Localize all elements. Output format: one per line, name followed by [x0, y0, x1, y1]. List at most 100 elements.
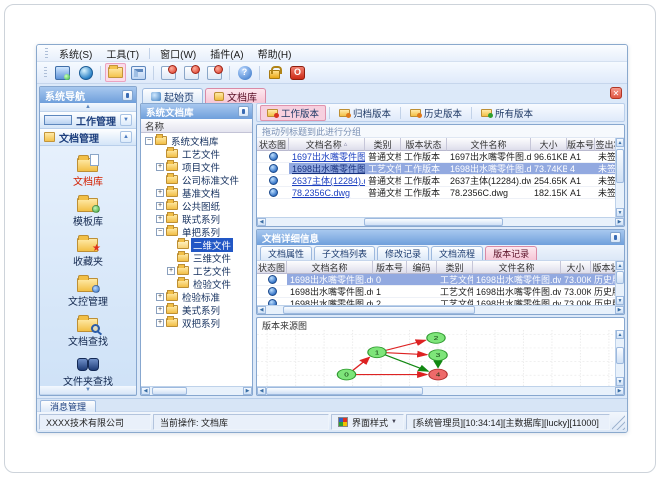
version-button-all[interactable]: 所有版本	[475, 105, 539, 121]
table-row[interactable]: 2637主体(12284).dwg普通文档工作版本2637主体(12284).d…	[257, 175, 615, 187]
scroll-right-icon[interactable]: ▶	[615, 306, 624, 314]
cell-doc_name[interactable]: 78.2356C.dwg	[289, 187, 365, 198]
sidebar-collapse-down[interactable]: ▼	[40, 386, 136, 395]
details-tab-versions[interactable]: 版本记录	[485, 246, 538, 260]
tree-node[interactable]: 三维文件	[141, 251, 252, 265]
column-header[interactable]: 类别	[437, 261, 473, 274]
column-header[interactable]: 状态图	[257, 138, 289, 151]
cell-doc_name[interactable]: 2637主体(12284).dwg	[289, 175, 365, 186]
tree-node[interactable]: + 工艺文件	[141, 264, 252, 278]
resize-grip[interactable]	[612, 414, 625, 430]
sidebar-item-favorites[interactable]: ★ 收藏夹	[45, 232, 131, 270]
sidebar-item-doclib[interactable]: 文档库	[45, 152, 131, 190]
scroll-left-icon[interactable]: ◀	[257, 218, 266, 226]
column-header[interactable]: 版本号	[373, 261, 407, 274]
pin-icon[interactable]	[122, 89, 133, 101]
document-link[interactable]: 2637主体(12284).dwg	[292, 175, 365, 186]
document-link[interactable]: 78.2356C.dwg	[292, 188, 350, 198]
toolbar-button-globe[interactable]	[75, 63, 96, 82]
sidebar-item-foldersearch[interactable]: 文件夹查找	[45, 352, 131, 386]
scroll-down-icon[interactable]: ▼	[616, 296, 624, 305]
menu-item-plugins[interactable]: 插件(A)	[203, 45, 250, 62]
tree-node[interactable]: 检验文件	[141, 277, 252, 291]
details-tab-props[interactable]: 文档属性	[260, 246, 313, 260]
tree-node[interactable]: 二维文件	[141, 237, 252, 252]
table-row[interactable]: 1698出水嘴零件图.dwg1工艺文件1698出水嘴零件图.dwg73.00KB…	[257, 286, 615, 298]
scroll-down-icon[interactable]: ▼	[616, 377, 624, 386]
tree-node[interactable]: + 项目文件	[141, 160, 252, 174]
scroll-thumb[interactable]	[616, 346, 624, 364]
scroll-thumb[interactable]	[266, 387, 424, 395]
menu-item-help[interactable]: 帮助(H)	[251, 45, 299, 62]
sidebar-item-template[interactable]: 模板库	[45, 192, 131, 230]
details-tab-subdocs[interactable]: 子文档列表	[314, 246, 376, 260]
sidebar-section-work[interactable]: 工作管理 ▼	[40, 112, 136, 129]
sidebar-item-docsearch[interactable]: 文档查找	[45, 312, 131, 350]
toolbar-button-exit[interactable]: O	[287, 63, 308, 82]
scroll-down-icon[interactable]: ▼	[616, 208, 624, 217]
menubar-grip[interactable]	[45, 47, 48, 59]
scroll-up-icon[interactable]: ▲	[616, 330, 624, 339]
pin-icon[interactable]	[238, 106, 249, 117]
graph-node-2[interactable]: 2	[426, 332, 446, 344]
menu-item-tools[interactable]: 工具(T)	[99, 45, 146, 62]
tree-column-header[interactable]: 名称	[141, 119, 252, 133]
column-header[interactable]: 版本状态	[591, 261, 615, 274]
column-header[interactable]: 签出状态	[595, 138, 615, 151]
tree-node[interactable]: − 单把系列	[141, 225, 252, 239]
column-header[interactable]: 编码	[407, 261, 437, 274]
graph-node-3[interactable]: 3	[428, 349, 448, 361]
tree-node[interactable]: + 双把系列	[141, 316, 252, 330]
document-link[interactable]: 1697出水嘴零件图.dwg	[292, 151, 365, 162]
document-link[interactable]: 1698出水嘴零件图.dwg	[292, 163, 365, 174]
column-header[interactable]: 大小	[561, 261, 591, 274]
scroll-left-icon[interactable]: ◀	[257, 387, 266, 395]
table-row[interactable]: 78.2356C.dwg 普通文档工作版本 78.2356C.dwg 182.15KB…	[257, 187, 615, 199]
scroll-left-icon[interactable]: ◀	[257, 306, 266, 314]
tab-doclib[interactable]: 文档库	[205, 88, 266, 104]
expand-icon[interactable]: +	[156, 201, 164, 210]
cell-doc_name[interactable]: 1697出水嘴零件图.dwg	[289, 151, 365, 162]
column-header[interactable]: 文档名称	[287, 261, 373, 274]
scroll-thumb[interactable]	[363, 218, 504, 226]
sidebar-item-doccontrol[interactable]: 文控管理	[45, 272, 131, 310]
tree-node[interactable]: + 公共图纸	[141, 199, 252, 213]
expand-icon[interactable]: +	[156, 292, 164, 301]
scroll-thumb[interactable]	[283, 306, 476, 314]
column-header[interactable]: 状态图	[257, 261, 287, 274]
column-header[interactable]: 类别	[365, 138, 401, 151]
tab-message-management[interactable]: 消息管理	[40, 400, 97, 412]
column-header[interactable]: 文档名称 ▵	[289, 138, 365, 151]
toolbar-button-screen[interactable]	[52, 63, 73, 82]
expand-icon[interactable]: +	[167, 266, 175, 275]
scroll-thumb[interactable]	[151, 387, 188, 395]
toolbar-button-help[interactable]: ?	[234, 63, 255, 82]
cell-doc_name[interactable]: 1698出水嘴零件图.dwg	[289, 163, 365, 174]
expand-icon[interactable]: +	[156, 305, 164, 314]
interface-style-button[interactable]: 界面样式 ▼	[331, 414, 404, 430]
tree-node[interactable]: + 检验标准	[141, 290, 252, 304]
toolbar-grip[interactable]	[44, 67, 47, 78]
column-header[interactable]: 大小	[531, 138, 567, 151]
scroll-up-icon[interactable]: ▲	[616, 138, 624, 147]
toolbar-button-mail-3[interactable]	[204, 63, 225, 82]
chevron-up-icon[interactable]: ▲	[120, 131, 132, 143]
version-button-history[interactable]: 历史版本	[404, 105, 468, 121]
expand-icon[interactable]: +	[156, 214, 164, 223]
column-header[interactable]: 文件名称	[473, 261, 561, 274]
chevron-down-icon[interactable]: ▼	[120, 114, 132, 126]
details-tab-flow[interactable]: 文档流程	[431, 246, 484, 260]
table-row[interactable]: 1698出水嘴零件图.dwg工艺文件工作版本1698出水嘴零件图.dwg73.7…	[257, 163, 615, 175]
scroll-up-icon[interactable]: ▲	[616, 261, 624, 270]
table-row[interactable]: 1697出水嘴零件图.dwg普通文档工作版本1697出水嘴零件图.dwg96.6…	[257, 151, 615, 163]
graph-node-1[interactable]: 1	[367, 346, 387, 359]
menu-item-system[interactable]: 系统(S)	[52, 45, 99, 62]
scroll-right-icon[interactable]: ▶	[615, 387, 624, 395]
collapse-icon[interactable]: −	[156, 227, 164, 236]
collapse-icon[interactable]: −	[145, 136, 153, 145]
toolbar-button-windows[interactable]	[128, 63, 149, 82]
tree-node[interactable]: 工艺文件	[141, 147, 252, 161]
toolbar-button-folder[interactable]	[105, 63, 126, 82]
scroll-right-icon[interactable]: ▶	[243, 387, 252, 395]
tree-node[interactable]: 公司标准文件	[141, 173, 252, 187]
